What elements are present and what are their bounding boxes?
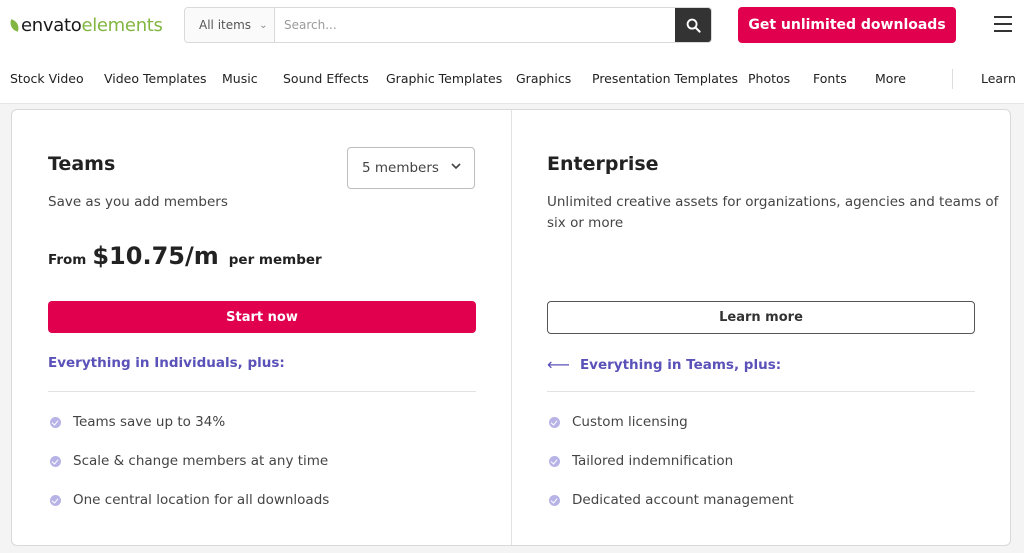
teams-feature: One central location for all downloads [50, 492, 329, 508]
nav-item-stock-video[interactable]: Stock Video [10, 71, 84, 86]
nav-item-sound-effects[interactable]: Sound Effects [283, 71, 369, 86]
enterprise-plus-heading-text: Everything in Teams, plus: [579, 356, 782, 373]
search-category-label: All items [199, 18, 252, 32]
enterprise-feature: Custom licensing [549, 414, 688, 430]
learn-more-button[interactable]: Learn more [547, 301, 975, 334]
get-unlimited-downloads-button[interactable]: Get unlimited downloads [738, 7, 956, 43]
teams-feature-text: One central location for all downloads [73, 492, 330, 508]
nav-item-fonts[interactable]: Fonts [813, 71, 847, 86]
check-circle-icon [549, 455, 560, 467]
check-circle-icon [50, 494, 61, 506]
category-nav: Stock Video Video Templates Music Sound … [0, 62, 1024, 96]
search-bar: All items ⌄ [184, 7, 712, 43]
price-amount: $10.75/m [92, 242, 219, 270]
check-circle-icon [549, 416, 560, 428]
enterprise-subtitle-line1: Unlimited creative assets for organizati… [547, 194, 999, 210]
search-button[interactable] [675, 8, 711, 42]
nav-item-graphics[interactable]: Graphics [516, 71, 571, 86]
nav-item-music[interactable]: Music [222, 71, 258, 86]
search-input[interactable] [275, 8, 675, 42]
hamburger-menu-icon[interactable] [994, 16, 1012, 32]
logo-text-envato: envato [21, 14, 82, 36]
check-circle-icon [50, 455, 61, 467]
chevron-down-icon: ⌄ [259, 19, 268, 31]
nav-item-learn[interactable]: Learn [981, 71, 1016, 86]
enterprise-plus-heading[interactable]: ⟵ Everything in Teams, plus: [547, 355, 781, 374]
search-icon [686, 18, 701, 33]
nav-item-video-templates[interactable]: Video Templates [104, 71, 207, 86]
nav-item-more[interactable]: More [875, 71, 906, 86]
search-category-dropdown[interactable]: All items ⌄ [185, 8, 275, 42]
enterprise-feature-text: Tailored indemnification [572, 453, 734, 469]
nav-item-presentation-templates[interactable]: Presentation Templates [592, 71, 738, 86]
teams-feature: Teams save up to 34% [50, 414, 225, 430]
chevron-down-icon [451, 163, 461, 170]
envato-elements-logo[interactable]: envato elements [9, 13, 163, 37]
price-unit: per member [228, 252, 322, 268]
check-circle-icon [50, 416, 61, 428]
teams-subtitle: Save as you add members [48, 194, 228, 210]
enterprise-subtitle-line2: six or more [547, 215, 624, 231]
teams-plus-heading[interactable]: Everything in Individuals, plus: [48, 355, 285, 371]
nav-item-graphic-templates[interactable]: Graphic Templates [386, 71, 502, 86]
teams-feature-text: Teams save up to 34% [73, 414, 226, 430]
teams-feature: Scale & change members at any time [50, 453, 328, 469]
members-select-value: 5 members [362, 160, 439, 176]
teams-separator [48, 391, 476, 392]
nav-item-photos[interactable]: Photos [748, 71, 790, 86]
enterprise-feature: Tailored indemnification [549, 453, 733, 469]
enterprise-title: Enterprise [547, 153, 659, 175]
arrow-left-icon: ⟵ [547, 355, 570, 374]
plans-panel: Teams Save as you add members 5 members … [11, 109, 1011, 546]
enterprise-separator [547, 391, 975, 392]
teams-title: Teams [48, 153, 116, 175]
teams-price: From $10.75/m per member [48, 242, 322, 270]
teams-feature-text: Scale & change members at any time [73, 453, 329, 469]
top-header: envato elements All items ⌄ Get unlimite… [0, 0, 1024, 104]
plans-divider [511, 110, 512, 545]
price-from-label: From [48, 252, 87, 268]
enterprise-feature-text: Custom licensing [572, 414, 688, 430]
leaf-icon [9, 18, 20, 32]
enterprise-feature-text: Dedicated account management [572, 492, 794, 508]
logo-text-elements: elements [81, 14, 163, 36]
enterprise-feature: Dedicated account management [549, 492, 794, 508]
members-select[interactable]: 5 members [347, 147, 475, 189]
nav-divider [952, 69, 953, 89]
start-now-button[interactable]: Start now [48, 301, 476, 333]
check-circle-icon [549, 494, 560, 506]
